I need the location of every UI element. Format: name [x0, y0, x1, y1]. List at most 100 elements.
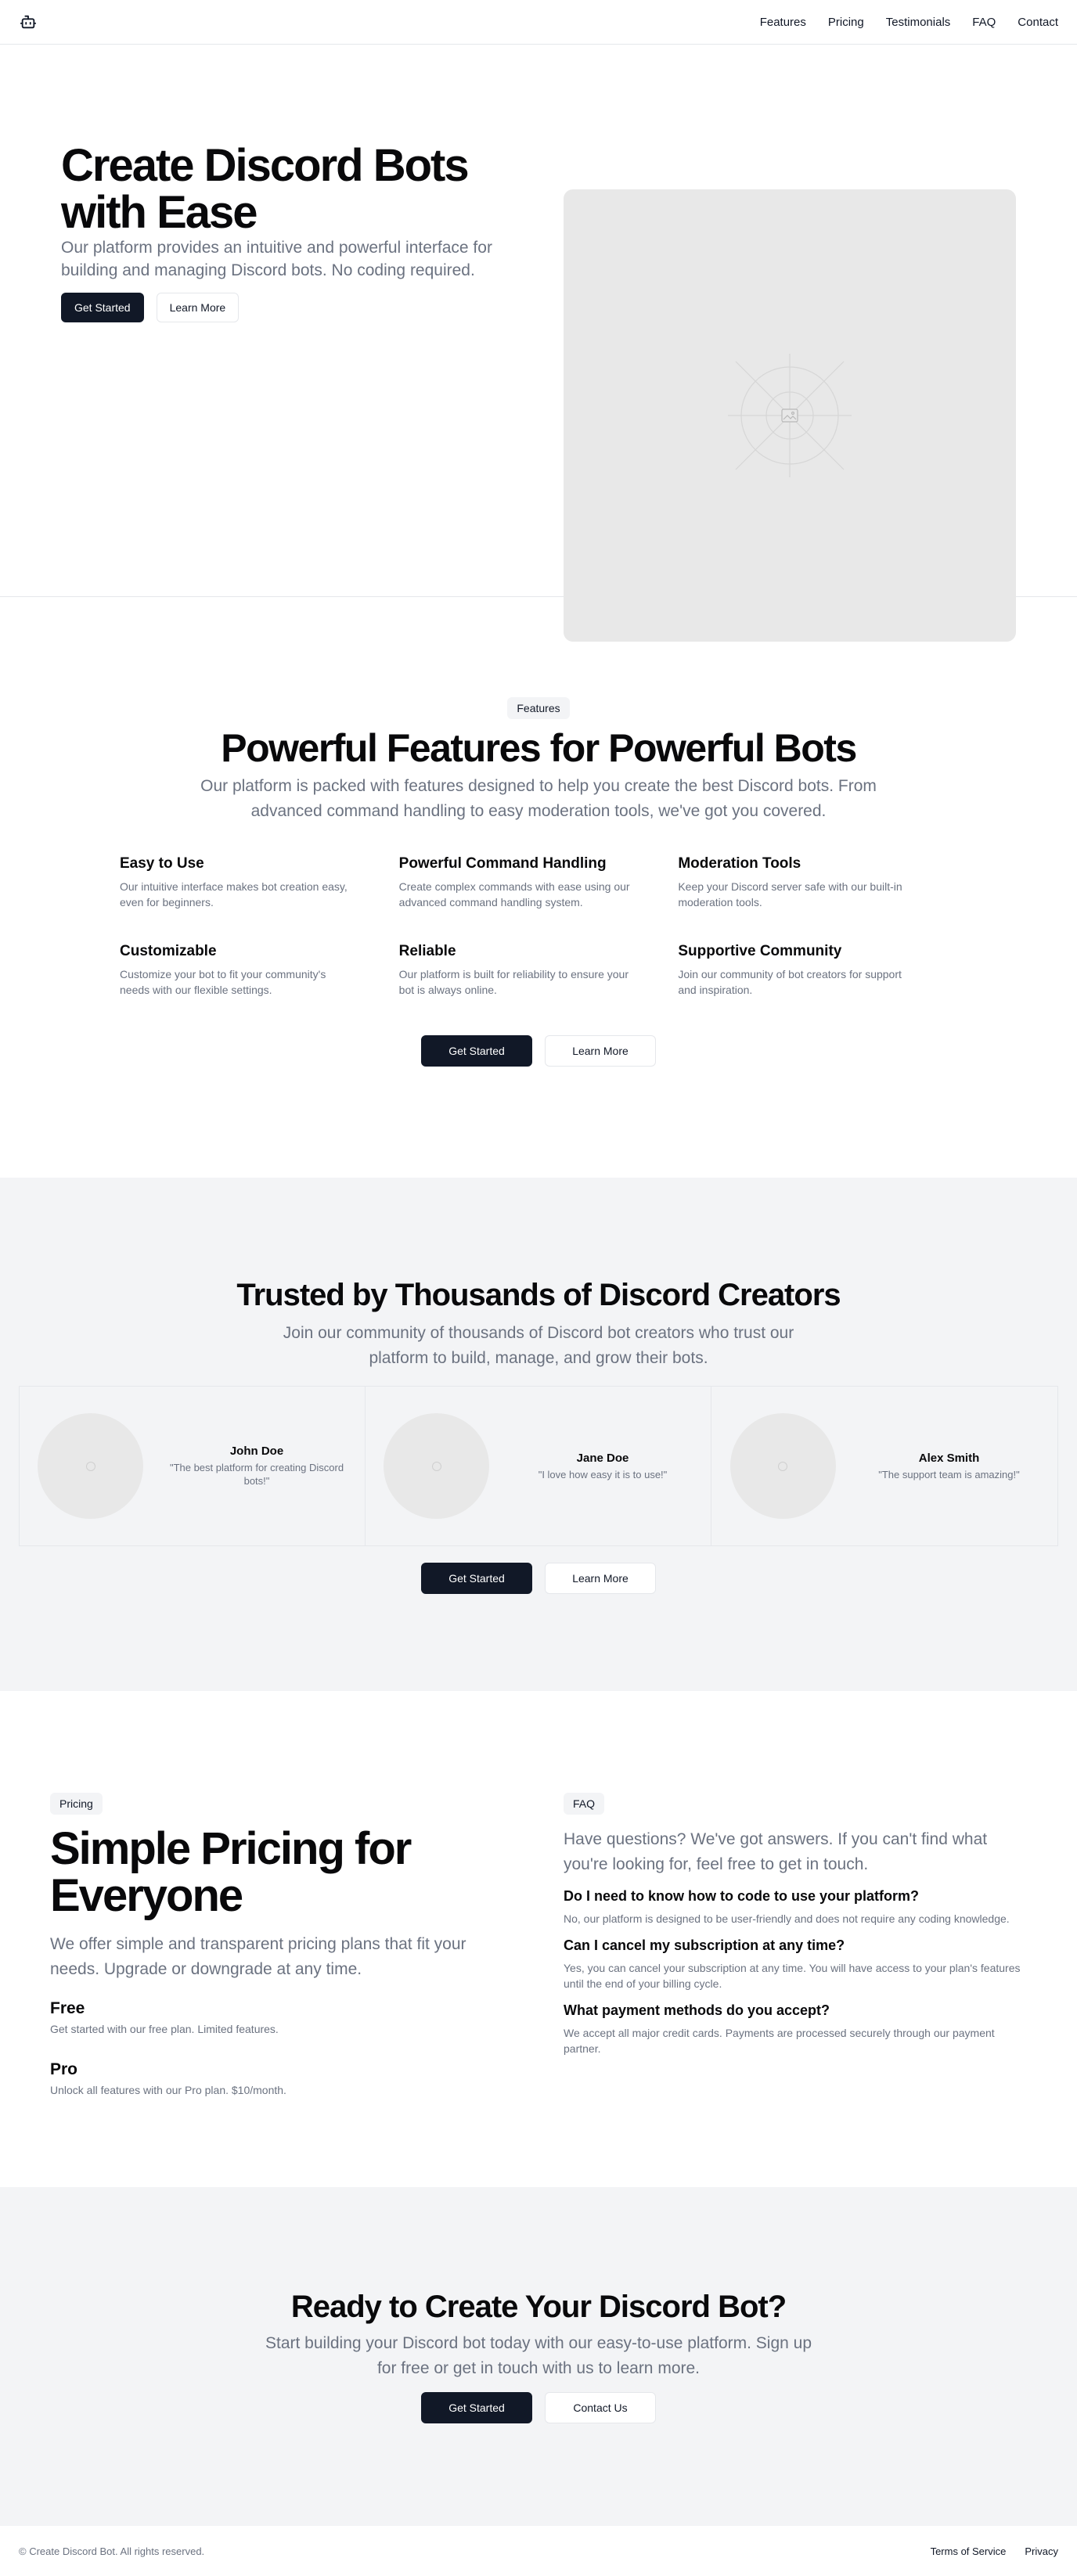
get-started-button[interactable]: Get Started — [421, 1563, 532, 1594]
feature-description: Customize your bot to fit your community… — [120, 968, 326, 996]
get-started-button[interactable]: Get Started — [421, 1035, 532, 1067]
faq-badge: FAQ — [564, 1793, 605, 1815]
footer-link-terms[interactable]: Terms of Service — [931, 2545, 1007, 2557]
plan-description: Unlock all features with our Pro plan. $… — [50, 2084, 286, 2096]
learn-more-button[interactable]: Learn More — [545, 1563, 656, 1594]
site-header: Features Pricing Testimonials FAQ Contac… — [0, 0, 1077, 45]
faq-answer: Yes, you can cancel your subscription at… — [564, 1962, 1021, 1990]
hero-title: Create Discord Bots with Ease — [61, 140, 470, 238]
feature-item: Powerful Command Handling Create complex… — [399, 855, 679, 910]
avatar-placeholder-icon — [85, 1461, 95, 1471]
nav-link-faq[interactable]: FAQ — [972, 16, 996, 29]
pricing-faq-section: Pricing Simple Pricing for Everyone We o… — [0, 1691, 1077, 2187]
contact-us-button[interactable]: Contact Us — [545, 2392, 656, 2423]
testimonial-name: Alex Smith — [918, 1451, 980, 1465]
faq-question: What payment methods do you accept? — [564, 2002, 830, 2018]
feature-description: Keep your Discord server safe with our b… — [678, 880, 902, 908]
testimonial-card: Jane Doe "I love how easy it is to use!" — [366, 1387, 711, 1545]
feature-title: Customizable — [120, 943, 217, 959]
features-badge: Features — [507, 697, 570, 719]
plan-description: Get started with our free plan. Limited … — [50, 2023, 279, 2035]
feature-item: Reliable Our platform is built for relia… — [399, 943, 679, 998]
feature-title: Powerful Command Handling — [398, 855, 607, 872]
avatar — [384, 1413, 489, 1519]
feature-title: Easy to Use — [120, 855, 204, 872]
avatar — [38, 1413, 143, 1519]
hero-section: Create Discord Bots with Ease Our platfo… — [0, 45, 1077, 642]
faq-item: Do I need to know how to code to use you… — [564, 1888, 1025, 1927]
testimonials-section: Trusted by Thousands of Discord Creators… — [0, 1178, 1077, 1691]
feature-title: Moderation Tools — [678, 855, 801, 872]
feature-title: Supportive Community — [678, 943, 842, 959]
testimonials-grid: John Doe "The best platform for creating… — [19, 1386, 1058, 1546]
testimonial-body: John Doe "The best platform for creating… — [167, 1445, 347, 1488]
hero-subtitle: Our platform provides an intuitive and p… — [61, 239, 492, 279]
testimonial-quote: "I love how easy it is to use!" — [538, 1468, 668, 1480]
pricing-subtitle: We offer simple and transparent pricing … — [50, 1935, 466, 1978]
feature-description: Create complex commands with ease using … — [398, 880, 630, 908]
plan-free: Free Get started with our free plan. Lim… — [50, 1999, 520, 2035]
footer-copyright: © Create Discord Bot. All rights reserve… — [19, 2545, 205, 2557]
avatar — [729, 1413, 836, 1519]
plan-title: Free — [50, 1999, 85, 2017]
site-footer: © Create Discord Bot. All rights reserve… — [0, 2526, 1077, 2576]
testimonials-buttons: Get Started Learn More — [0, 1563, 1077, 1594]
faq-answer: No, our platform is designed to be user-… — [564, 1912, 1010, 1925]
faq-answer: We accept all major credit cards. Paymen… — [564, 2027, 995, 2055]
get-started-button[interactable]: Get Started — [61, 293, 144, 322]
pricing-title: Simple Pricing for Everyone — [50, 1823, 412, 1921]
features-grid: Easy to Use Our intuitive interface make… — [120, 855, 957, 998]
testimonial-body: Alex Smith "The support team is amazing!… — [859, 1452, 1039, 1481]
pricing-badge: Pricing — [50, 1793, 103, 1815]
faq-column: FAQ Have questions? We've got answers. I… — [564, 1793, 1025, 2056]
learn-more-button[interactable]: Learn More — [156, 293, 240, 322]
faq-item: What payment methods do you accept? We a… — [564, 2002, 1025, 2056]
feature-item: Customizable Customize your bot to fit y… — [120, 943, 399, 998]
nav-link-pricing[interactable]: Pricing — [828, 16, 864, 29]
features-title: Powerful Features for Powerful Bots — [221, 726, 857, 770]
features-section: Features Powerful Features for Powerful … — [0, 597, 1077, 1178]
testimonial-quote: "The support team is amazing!" — [878, 1468, 1020, 1480]
features-subtitle: Our platform is packed with features des… — [200, 777, 877, 820]
testimonials-subtitle: Join our community of thousands of Disco… — [283, 1324, 794, 1367]
feature-item: Moderation Tools Keep your Discord serve… — [678, 855, 957, 910]
faq-question: Can I cancel my subscription at any time… — [564, 1937, 845, 1953]
avatar-placeholder-icon — [778, 1461, 787, 1471]
testimonial-name: John Doe — [229, 1445, 284, 1458]
testimonial-name: Jane Doe — [576, 1451, 629, 1465]
cta-section: Ready to Create Your Discord Bot? Start … — [0, 2187, 1077, 2526]
hero-buttons: Get Started Learn More — [61, 293, 531, 322]
cta-buttons: Get Started Contact Us — [0, 2392, 1077, 2423]
footer-link-privacy[interactable]: Privacy — [1025, 2545, 1058, 2557]
nav-link-features[interactable]: Features — [760, 16, 806, 29]
testimonial-card: John Doe "The best platform for creating… — [20, 1387, 366, 1545]
bot-icon[interactable] — [19, 13, 38, 31]
feature-title: Reliable — [398, 943, 456, 959]
features-buttons: Get Started Learn More — [0, 1035, 1077, 1067]
nav-link-contact[interactable]: Contact — [1018, 16, 1058, 29]
cta-title: Ready to Create Your Discord Bot? — [290, 2290, 787, 2324]
testimonial-body: Jane Doe "I love how easy it is to use!" — [513, 1452, 693, 1481]
feature-item: Supportive Community Join our community … — [678, 943, 957, 998]
testimonials-title: Trusted by Thousands of Discord Creators — [236, 1278, 841, 1312]
hero-content: Create Discord Bots with Ease Our platfo… — [61, 142, 531, 322]
feature-description: Join our community of bot creators for s… — [678, 968, 902, 996]
get-started-button[interactable]: Get Started — [421, 2392, 532, 2423]
feature-description: Our intuitive interface makes bot creati… — [120, 880, 348, 908]
hero-image-placeholder — [564, 189, 1016, 642]
plan-pro: Pro Unlock all features with our Pro pla… — [50, 2060, 520, 2096]
testimonial-card: Alex Smith "The support team is amazing!… — [711, 1387, 1057, 1545]
feature-item: Easy to Use Our intuitive interface make… — [120, 855, 399, 910]
footer-links: Terms of Service Privacy — [931, 2545, 1058, 2557]
avatar-placeholder-icon — [431, 1461, 441, 1471]
pricing-column: Pricing Simple Pricing for Everyone We o… — [50, 1793, 520, 2096]
main-nav: Features Pricing Testimonials FAQ Contac… — [760, 16, 1058, 29]
learn-more-button[interactable]: Learn More — [545, 1035, 656, 1067]
cta-subtitle: Start building your Discord bot today wi… — [265, 2334, 812, 2377]
image-placeholder-icon — [728, 354, 852, 477]
nav-link-testimonials[interactable]: Testimonials — [886, 16, 951, 29]
faq-question: Do I need to know how to code to use you… — [564, 1888, 920, 1904]
faq-item: Can I cancel my subscription at any time… — [564, 1937, 1025, 1991]
feature-description: Our platform is built for reliability to… — [398, 968, 629, 996]
testimonial-quote: "The best platform for creating Discord … — [169, 1462, 344, 1487]
